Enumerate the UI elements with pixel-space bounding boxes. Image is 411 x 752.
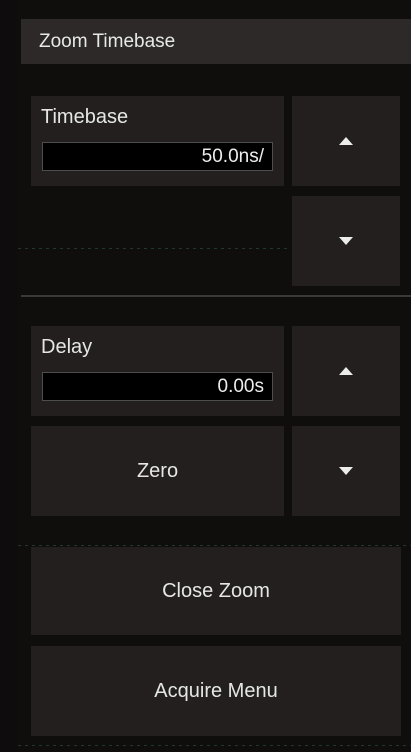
panel-title: Zoom Timebase [39, 30, 176, 52]
delay-decrease-button[interactable] [292, 426, 400, 516]
panel-header: Zoom Timebase [21, 19, 411, 64]
timebase-label: Timebase [41, 106, 129, 128]
triangle-up-icon [339, 367, 353, 375]
timebase-decrease-button[interactable] [292, 196, 400, 286]
waveform-trace [18, 745, 411, 746]
acquire-menu-button[interactable]: Acquire Menu [31, 646, 401, 736]
delay-value-field[interactable]: 0.00s [42, 372, 273, 401]
timebase-value-field[interactable]: 50.0ns/ [42, 142, 273, 171]
timebase-control[interactable]: Timebase 50.0ns/ [31, 96, 284, 186]
delay-label: Delay [41, 336, 93, 358]
close-zoom-button[interactable]: Close Zoom [31, 547, 401, 635]
delay-control[interactable]: Delay 0.00s [31, 326, 284, 416]
zoom-timebase-panel: Zoom Timebase Timebase 50.0ns/ Delay 0.0… [18, 0, 411, 752]
section-divider [21, 295, 411, 297]
delay-increase-button[interactable] [292, 326, 400, 416]
zero-button-label: Zero [136, 459, 179, 482]
triangle-up-icon [339, 137, 353, 145]
zero-button[interactable]: Zero [31, 426, 284, 516]
waveform-trace [18, 545, 411, 546]
triangle-down-icon [339, 467, 353, 475]
triangle-down-icon [339, 237, 353, 245]
close-zoom-label: Close Zoom [162, 579, 270, 602]
timebase-increase-button[interactable] [292, 96, 400, 186]
waveform-trace [18, 248, 290, 249]
acquire-menu-label: Acquire Menu [154, 679, 278, 702]
